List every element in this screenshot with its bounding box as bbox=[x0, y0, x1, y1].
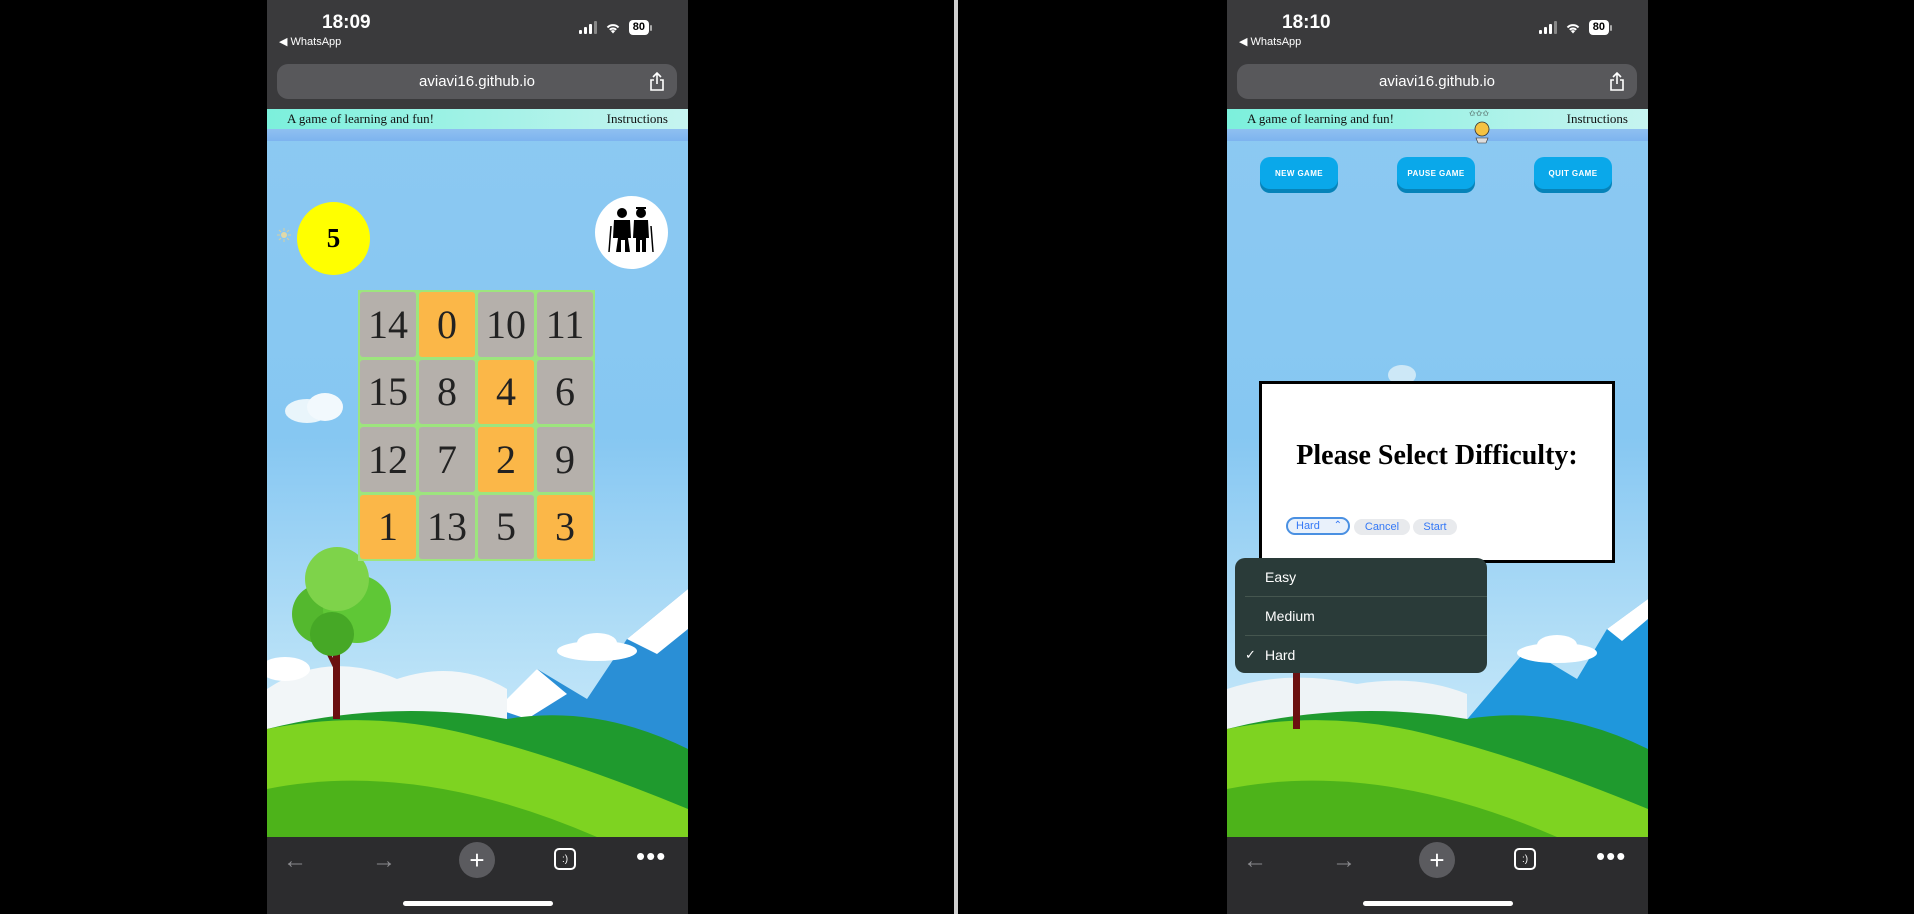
difficulty-options-menu: Easy Medium ✓ Hard bbox=[1235, 558, 1487, 673]
number-tile-grid: 14 0 10 11 15 8 4 6 12 7 2 9 1 13 5 3 bbox=[358, 290, 595, 561]
number-tile[interactable]: 12 bbox=[360, 427, 416, 492]
number-tile[interactable]: 3 bbox=[537, 494, 593, 559]
character-with-stars-icon: ✩✩✩ bbox=[1469, 109, 1489, 144]
elderly-couple-icon bbox=[608, 207, 654, 253]
share-icon[interactable] bbox=[649, 72, 665, 91]
elderly-couple-avatar[interactable] bbox=[595, 196, 668, 269]
battery-icon: 80 bbox=[1588, 20, 1612, 35]
difficulty-dialog: Please Select Difficulty: Hard ⌃ Cancel … bbox=[1259, 381, 1615, 563]
status-time: 18:09 bbox=[322, 12, 371, 33]
url-bar[interactable]: aviavi16.github.io bbox=[1237, 64, 1637, 99]
difficulty-select[interactable]: Hard ⌃ bbox=[1286, 517, 1350, 535]
start-button[interactable]: Start bbox=[1413, 519, 1457, 535]
sun-small-icon bbox=[277, 228, 291, 242]
web-page: A game of learning and fun! Instructions… bbox=[1227, 109, 1648, 837]
signal-icon bbox=[1538, 21, 1557, 34]
number-tile[interactable]: 0 bbox=[419, 292, 475, 357]
select-chevron-icon: ⌃ bbox=[1333, 520, 1342, 531]
web-page: A game of learning and fun! Instructions… bbox=[267, 109, 688, 837]
header-shade bbox=[267, 129, 688, 141]
back-arrow-icon[interactable]: ← bbox=[1243, 847, 1267, 875]
option-label: Medium bbox=[1265, 608, 1315, 624]
option-medium[interactable]: Medium bbox=[1235, 597, 1487, 635]
quit-game-button[interactable]: QUIT GAME bbox=[1534, 157, 1612, 189]
back-arrow-icon[interactable]: ← bbox=[283, 847, 307, 875]
url-bar[interactable]: aviavi16.github.io bbox=[277, 64, 677, 99]
number-tile[interactable]: 13 bbox=[419, 494, 475, 559]
number-tile[interactable]: 8 bbox=[419, 359, 475, 424]
dialog-title: Please Select Difficulty: bbox=[1296, 440, 1578, 471]
more-menu-icon[interactable]: ••• bbox=[1596, 841, 1626, 872]
number-tile[interactable]: 14 bbox=[360, 292, 416, 357]
number-tile[interactable]: 5 bbox=[478, 494, 534, 559]
wifi-icon bbox=[1566, 23, 1579, 33]
number-tile[interactable]: 10 bbox=[478, 292, 534, 357]
difficulty-select-value: Hard bbox=[1296, 520, 1320, 532]
svg-text:✩✩✩: ✩✩✩ bbox=[1469, 109, 1489, 118]
forward-arrow-icon[interactable]: → bbox=[372, 847, 396, 875]
screenshot-divider bbox=[954, 0, 958, 914]
option-easy[interactable]: Easy bbox=[1235, 558, 1487, 596]
browser-toolbar: ← → + :) ••• bbox=[1227, 837, 1648, 914]
new-game-button[interactable]: NEW GAME bbox=[1260, 157, 1338, 189]
number-tile[interactable]: 2 bbox=[478, 427, 534, 492]
status-icons: 80 bbox=[578, 20, 652, 35]
pause-game-button[interactable]: PAUSE GAME bbox=[1397, 157, 1475, 189]
sun-number-display: 5 bbox=[297, 202, 370, 275]
phone-screen-left: 18:09 ◀ WhatsApp 80 aviavi16.github.io A… bbox=[267, 0, 688, 914]
number-tile[interactable]: 7 bbox=[419, 427, 475, 492]
battery-icon: 80 bbox=[628, 20, 652, 35]
status-time: 18:10 bbox=[1282, 12, 1331, 33]
number-tile[interactable]: 15 bbox=[360, 359, 416, 424]
site-header: A game of learning and fun! Instructions bbox=[267, 109, 688, 129]
option-hard[interactable]: ✓ Hard bbox=[1235, 636, 1487, 673]
share-icon[interactable] bbox=[1609, 72, 1625, 91]
wifi-icon bbox=[606, 23, 619, 33]
site-tagline: A game of learning and fun! bbox=[287, 111, 434, 126]
number-tile[interactable]: 1 bbox=[360, 494, 416, 559]
phone-screen-right: 18:10 ◀ WhatsApp 80 aviavi16.github.io A… bbox=[1227, 0, 1648, 914]
checkmark-icon: ✓ bbox=[1245, 647, 1256, 662]
url-text: aviavi16.github.io bbox=[419, 73, 535, 90]
back-to-app-link[interactable]: ◀ WhatsApp bbox=[1239, 35, 1301, 48]
tabs-button[interactable]: :) bbox=[554, 848, 576, 870]
forward-arrow-icon[interactable]: → bbox=[1332, 847, 1356, 875]
number-tile[interactable]: 4 bbox=[478, 359, 534, 424]
instructions-link[interactable]: Instructions bbox=[1567, 111, 1628, 127]
option-label: Easy bbox=[1265, 569, 1297, 585]
cancel-button[interactable]: Cancel bbox=[1354, 519, 1410, 535]
signal-icon bbox=[578, 21, 597, 34]
status-bar: 18:09 ◀ WhatsApp 80 bbox=[267, 0, 688, 54]
number-tile[interactable]: 9 bbox=[537, 427, 593, 492]
instructions-link[interactable]: Instructions bbox=[607, 111, 668, 127]
browser-toolbar: ← → + :) ••• bbox=[267, 837, 688, 914]
browser-address-area: aviavi16.github.io bbox=[1227, 54, 1648, 109]
battery-level: 80 bbox=[628, 20, 649, 35]
back-to-app-link[interactable]: ◀ WhatsApp bbox=[279, 35, 341, 48]
status-bar: 18:10 ◀ WhatsApp 80 bbox=[1227, 0, 1648, 54]
site-header: A game of learning and fun! Instructions bbox=[1227, 109, 1648, 129]
home-indicator bbox=[403, 901, 553, 906]
browser-address-area: aviavi16.github.io bbox=[267, 54, 688, 109]
new-tab-button[interactable]: + bbox=[459, 842, 495, 878]
number-tile[interactable]: 11 bbox=[537, 292, 593, 357]
new-tab-button[interactable]: + bbox=[1419, 842, 1455, 878]
more-menu-icon[interactable]: ••• bbox=[636, 841, 666, 872]
url-text: aviavi16.github.io bbox=[1379, 73, 1495, 90]
status-icons: 80 bbox=[1538, 20, 1612, 35]
battery-level: 80 bbox=[1588, 20, 1609, 35]
option-label: Hard bbox=[1265, 647, 1296, 663]
tabs-button[interactable]: :) bbox=[1514, 848, 1536, 870]
home-indicator bbox=[1363, 901, 1513, 906]
site-tagline: A game of learning and fun! bbox=[1247, 111, 1394, 126]
number-tile[interactable]: 6 bbox=[537, 359, 593, 424]
header-shade bbox=[1227, 129, 1648, 141]
